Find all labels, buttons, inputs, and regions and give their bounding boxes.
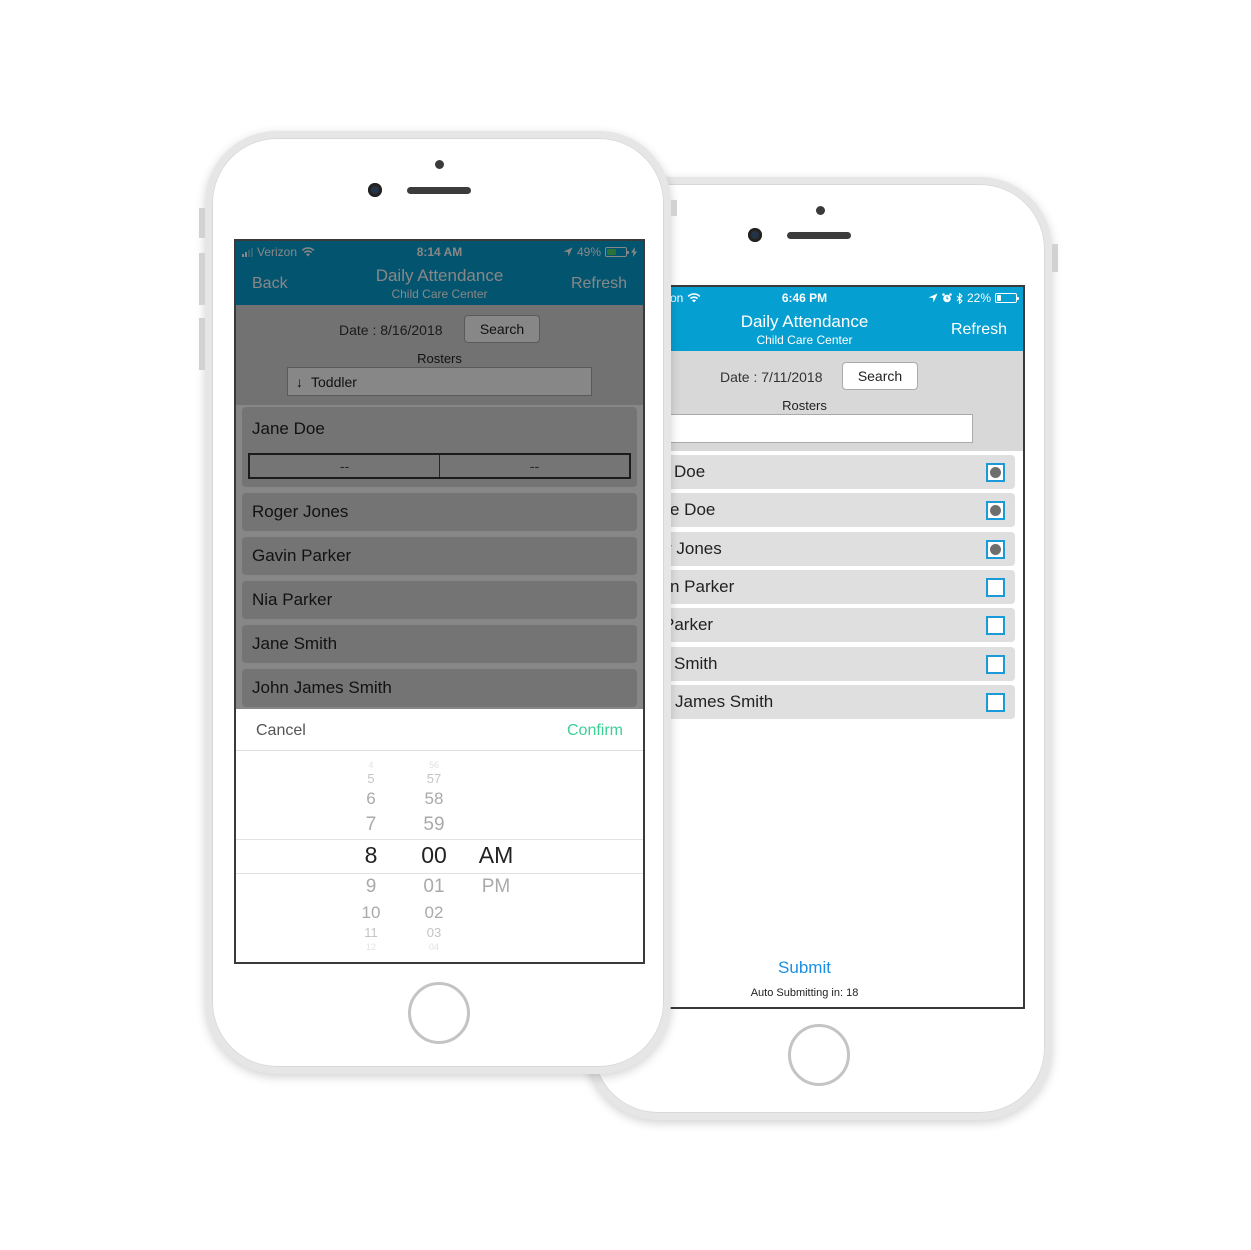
front-camera (368, 183, 382, 197)
check-in-time[interactable]: -- (250, 455, 439, 477)
attendance-checkbox[interactable] (986, 501, 1005, 521)
attendance-checkbox[interactable] (986, 692, 1005, 712)
checked-dot-icon (990, 543, 1001, 555)
alarm-icon (942, 293, 952, 303)
power-button (671, 200, 677, 216)
picker-option[interactable]: PM (466, 876, 526, 898)
volume-up-button (199, 253, 205, 305)
attendance-checkbox[interactable] (986, 654, 1005, 674)
student-name: Doe (674, 462, 706, 481)
filter-panel: Date : 8/16/2018 Search Rosters ↓ Toddle… (236, 305, 643, 405)
sort-arrow-icon: ↓ (296, 373, 303, 390)
student-row[interactable]: Nia Parker (242, 581, 637, 619)
picker-option[interactable]: 9 (341, 876, 401, 898)
attendance-checkbox[interactable] (986, 616, 1005, 636)
bluetooth-icon (956, 292, 963, 304)
refresh-button[interactable]: Refresh (951, 321, 1007, 339)
picker-option[interactable]: 8 (341, 842, 401, 869)
cancel-button[interactable]: Cancel (256, 722, 306, 740)
picker-option[interactable]: 01 (404, 876, 464, 898)
attendance-checkbox[interactable] (986, 463, 1005, 482)
volume-down-button (199, 318, 205, 370)
refresh-button[interactable]: Refresh (571, 275, 627, 293)
check-out-time[interactable]: -- (439, 455, 629, 477)
picker-option[interactable]: AM (466, 842, 526, 869)
attendance-checkbox[interactable] (986, 577, 1005, 597)
power-button (1052, 244, 1058, 272)
student-name: e Doe (670, 500, 716, 520)
nav-bar: Back Daily Attendance Child Care Center … (236, 261, 643, 305)
student-name: James Smith (675, 691, 774, 711)
picker-option[interactable]: 04 (404, 942, 464, 952)
time-picker-sheet: Cancel Confirm 4 5 6 7 8 9 10 11 12 56 57 58 59 00 01… (236, 709, 643, 962)
mute-switch (199, 208, 205, 238)
date-label[interactable]: Date : 7/11/2018 (720, 369, 822, 385)
proximity-sensor (816, 206, 825, 215)
picker-option[interactable]: 03 (404, 925, 464, 940)
picker-option[interactable]: 10 (341, 903, 401, 923)
picker-option[interactable]: 57 (404, 771, 464, 786)
picker-option[interactable]: 7 (341, 814, 401, 836)
home-button[interactable] (408, 982, 470, 1044)
student-name: Nia Parker (252, 590, 333, 609)
picker-option[interactable]: 00 (404, 842, 464, 869)
checked-dot-icon (990, 467, 1001, 478)
search-button[interactable]: Search (464, 315, 540, 343)
picker-option[interactable]: 59 (404, 814, 464, 836)
picker-option[interactable]: 4 (341, 760, 401, 770)
student-name: John James Smith (252, 678, 392, 697)
student-row-expanded[interactable]: Jane Doe -- -- (242, 407, 637, 487)
student-name: Smith (674, 653, 718, 673)
search-button[interactable]: Search (842, 362, 918, 390)
roster-select[interactable]: ↓ Toddler (287, 367, 592, 396)
earpiece-speaker (787, 232, 851, 239)
checked-dot-icon (990, 505, 1001, 517)
location-arrow-icon (563, 247, 573, 257)
student-name: Roger Jones (252, 502, 349, 521)
student-name: Gavin Parker (252, 546, 352, 565)
battery-percent: 22% (966, 291, 991, 305)
time-picker-wheels: 4 5 6 7 8 9 10 11 12 56 57 58 59 00 01 02 03 04 AM PM (236, 752, 643, 962)
battery-icon (995, 293, 1019, 303)
picker-option[interactable]: 58 (404, 789, 464, 809)
student-row[interactable]: John James Smith (242, 669, 637, 707)
earpiece-speaker (407, 187, 471, 194)
charging-bolt-icon (631, 247, 637, 257)
student-row[interactable]: Roger Jones (242, 493, 637, 531)
status-bar: Verizon 8:14 AM 49% (236, 241, 643, 261)
home-button[interactable] (788, 1024, 850, 1086)
student-name: r Jones (666, 538, 722, 558)
picker-option[interactable]: 5 (341, 771, 401, 786)
student-name: n Parker (670, 576, 735, 596)
picker-toolbar: Cancel Confirm (236, 709, 643, 751)
picker-option[interactable]: 56 (404, 760, 464, 770)
battery-percent: 49% (576, 245, 601, 259)
attendance-checkbox[interactable] (986, 539, 1005, 559)
location-arrow-icon (928, 293, 938, 303)
picker-option[interactable]: 12 (341, 942, 401, 952)
time-segment: -- -- (248, 453, 631, 479)
roster-value: Toddler (311, 373, 357, 390)
battery-icon (605, 247, 629, 257)
student-name: Jane Smith (252, 634, 338, 653)
student-name: Jane Doe (252, 419, 325, 438)
picker-option[interactable]: 6 (341, 789, 401, 809)
proximity-sensor (435, 160, 444, 169)
screen-front: Verizon 8:14 AM 49% Back Daily Attendanc… (234, 239, 645, 964)
student-row[interactable]: Gavin Parker (242, 537, 637, 575)
rosters-label: Rosters (417, 351, 462, 366)
date-label[interactable]: Date : 8/16/2018 (339, 322, 443, 338)
picker-option[interactable]: 11 (341, 925, 401, 940)
picker-option[interactable]: 02 (404, 903, 464, 923)
student-row[interactable]: Jane Smith (242, 625, 637, 663)
confirm-button[interactable]: Confirm (567, 722, 623, 740)
front-camera (748, 228, 762, 242)
